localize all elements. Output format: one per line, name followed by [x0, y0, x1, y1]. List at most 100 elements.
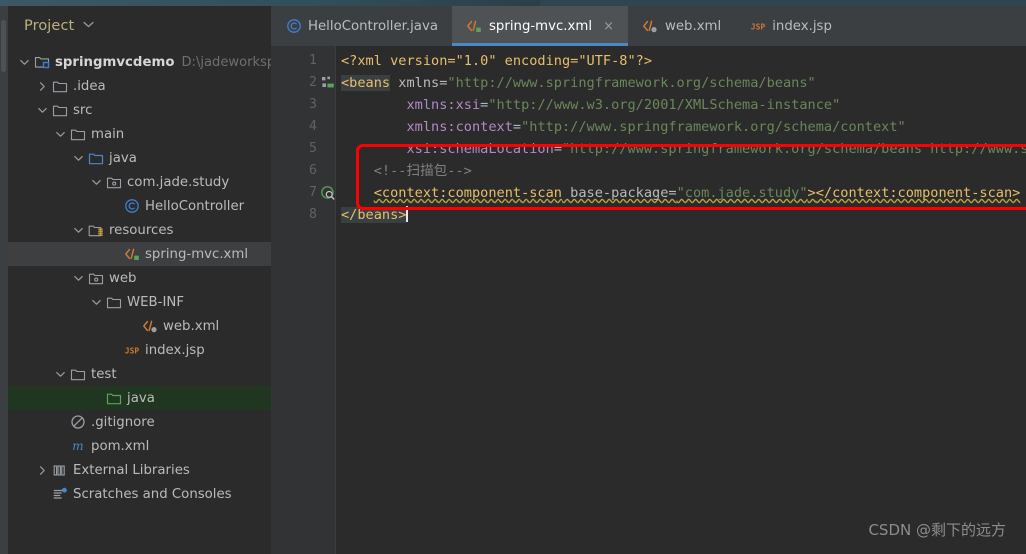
chevron-down-icon[interactable] — [90, 176, 103, 189]
editor-tab-hellocontroller-java[interactable]: HelloController.java — [271, 6, 452, 46]
tree-item-scratches-and-consoles[interactable]: Scratches and Consoles — [8, 482, 271, 506]
xml-web-icon — [141, 318, 158, 334]
code-line-text: xmlns:xsi="http://www.w3.org/2001/XMLSch… — [341, 94, 840, 116]
project-tree-scroll[interactable]: springmvcdemo D:\jadeworkspac .idea src main… — [8, 46, 271, 554]
tree-item-main[interactable]: main — [8, 122, 271, 146]
scan-comment: <!--扫描包--> — [373, 163, 472, 179]
tree-item-web[interactable]: web — [8, 266, 271, 290]
tree-item-label: test — [91, 366, 117, 382]
project-tool-window: Project springmvcdemo D:\jadeworkspac .ide… — [8, 6, 271, 554]
code-line-text: <context:component-scan base-package="co… — [341, 182, 1021, 204]
tree-item-src[interactable]: src — [8, 98, 271, 122]
tree-item-gitignore[interactable]: .gitignore — [8, 410, 271, 434]
code-line-text: <beans xmlns="http://www.springframework… — [341, 72, 816, 94]
tree-item-com-jade-study[interactable]: com.jade.study — [8, 170, 271, 194]
xml-declaration: <?xml version="1.0" encoding="UTF-8"?> — [341, 53, 652, 69]
code-line[interactable]: 6 <!--扫描包--> — [271, 160, 1026, 182]
folder-icon — [51, 102, 68, 118]
folder-icon — [69, 126, 86, 142]
code-editor[interactable]: 1 <?xml version="1.0" encoding="UTF-8"?> 2… — [271, 46, 1026, 554]
line-number: 4 — [309, 119, 317, 134]
gitignore-icon — [69, 414, 86, 430]
jsp-icon: JSP — [749, 18, 766, 34]
code-line[interactable]: 7 <context:component-scan base-package="… — [271, 182, 1026, 204]
tree-item-label: resources — [109, 222, 174, 238]
tree-item-java[interactable]: java — [8, 386, 271, 410]
tree-item-web-xml[interactable]: web.xml — [8, 314, 271, 338]
chevron-right-icon[interactable] — [36, 464, 49, 477]
chevron-down-icon[interactable] — [90, 296, 103, 309]
beans-close-tag: </beans> — [341, 207, 407, 223]
tree-item-test[interactable]: test — [8, 362, 271, 386]
tree-item-idea[interactable]: .idea — [8, 74, 271, 98]
chevron-down-icon[interactable] — [83, 21, 94, 31]
gt: > — [807, 185, 816, 201]
spring-beans-gutter-icon[interactable] — [320, 75, 336, 91]
code-line[interactable]: 2 <beans xmlns="http://www.springframewor… — [271, 72, 1026, 94]
code-line[interactable]: 5 xsi:schemaLocation="http://www.springf… — [271, 138, 1026, 160]
tree-item-path: D:\jadeworkspac — [181, 54, 271, 70]
tree-item-external-libraries[interactable]: External Libraries — [8, 458, 271, 482]
chevron-down-icon[interactable] — [36, 104, 49, 117]
scratches-icon — [51, 486, 68, 502]
jsp-icon: JSP — [123, 342, 140, 358]
code-line[interactable]: 1 <?xml version="1.0" encoding="UTF-8"?> — [271, 50, 1026, 72]
tree-item-resources[interactable]: resources — [8, 218, 271, 242]
tree-item-springmvcdemo[interactable]: springmvcdemo D:\jadeworkspac — [8, 50, 271, 74]
xml-spring-icon — [466, 18, 483, 34]
editor-tab-spring-mvc-xml[interactable]: spring-mvc.xml × — [451, 6, 628, 46]
chevron-right-icon[interactable] — [36, 80, 49, 93]
editor-tab-label: web.xml — [664, 18, 722, 34]
tree-item-web-inf[interactable]: WEB-INF — [8, 290, 271, 314]
svg-text:JSP: JSP — [124, 347, 139, 356]
tree-item-hellocontroller[interactable]: HelloController — [8, 194, 271, 218]
beans-open-tag: <beans — [341, 75, 391, 91]
line-number: 8 — [309, 207, 317, 222]
editor-tab-bar[interactable]: HelloController.java spring-mvc.xml × web.x… — [271, 6, 1026, 46]
line-number: 1 — [309, 53, 317, 68]
chevron-down-icon[interactable] — [72, 224, 85, 237]
library-icon — [51, 462, 68, 478]
code-line-text: </beans> — [341, 204, 408, 226]
line-number: 6 — [309, 163, 317, 178]
editor-tab-index-jsp[interactable]: JSP index.jsp — [735, 6, 846, 46]
tree-item-label: pom.xml — [91, 438, 150, 454]
tree-item-index-jsp[interactable]: JSP index.jsp — [8, 338, 271, 362]
code-line[interactable]: 4 xmlns:context="http://www.springframew… — [271, 116, 1026, 138]
resources-root-icon — [87, 222, 104, 238]
code-line[interactable]: 3 xmlns:xsi="http://www.w3.org/2001/XMLS… — [271, 94, 1026, 116]
module-icon — [33, 54, 50, 70]
close-icon[interactable]: × — [603, 20, 614, 33]
editor-tab-web-xml[interactable]: web.xml — [628, 6, 735, 46]
context-ns-attr: xmlns:context — [406, 119, 513, 135]
code-line[interactable]: 8 </beans> — [271, 204, 1026, 226]
package-icon — [105, 174, 122, 190]
project-panel-header[interactable]: Project — [8, 6, 271, 46]
component-scan-close: </context:component-scan> — [815, 185, 1021, 201]
test-source-root-icon — [105, 390, 122, 406]
left-tool-rail[interactable] — [0, 6, 8, 554]
schema-location-attr: xsi:schemaLocation — [406, 141, 554, 157]
chevron-down-icon[interactable] — [72, 272, 85, 285]
code-line-text: xsi:schemaLocation="http://www.springfra… — [341, 138, 1026, 160]
chevron-down-icon[interactable] — [54, 128, 67, 141]
tree-item-java[interactable]: java — [8, 146, 271, 170]
text-caret — [406, 206, 408, 222]
chevron-down-icon[interactable] — [72, 152, 85, 165]
line-number: 7 — [309, 185, 317, 200]
spring-scan-gutter-icon[interactable] — [320, 185, 336, 201]
tree-item-pom-xml[interactable]: m pom.xml — [8, 434, 271, 458]
project-tree[interactable]: springmvcdemo D:\jadeworkspac .idea src main… — [8, 46, 271, 506]
chevron-down-icon[interactable] — [54, 368, 67, 381]
tree-item-label: com.jade.study — [127, 174, 230, 190]
rail-drag-handle[interactable] — [1, 20, 6, 72]
tree-item-spring-mvc-xml[interactable]: spring-mvc.xml — [8, 242, 271, 266]
source-root-icon — [87, 150, 104, 166]
chevron-down-icon[interactable] — [18, 56, 31, 69]
